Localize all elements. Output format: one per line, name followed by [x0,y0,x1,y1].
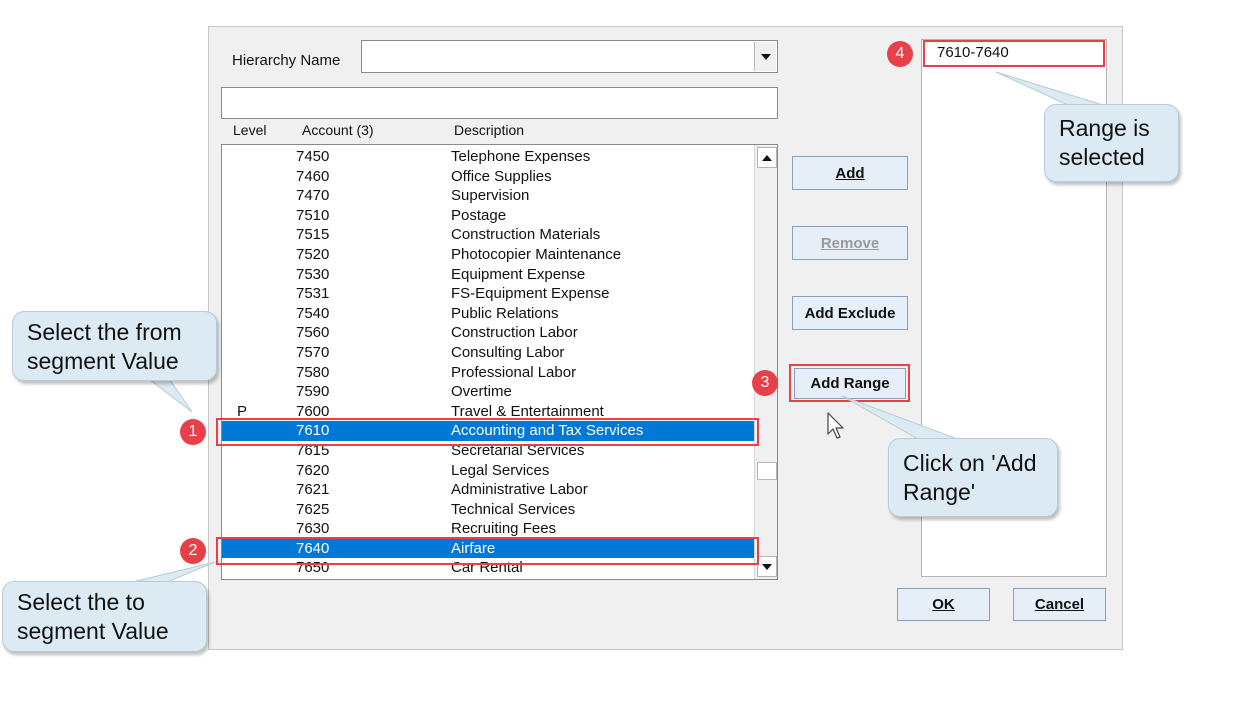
mouse-cursor-icon [827,412,844,439]
callout-select-from: Select the from segment Value [12,311,217,381]
callout-select-to: Select the to segment Value [2,581,207,652]
callout-click-add-range: Click on 'Add Range' [888,438,1058,517]
callout-from-pointer [148,379,193,413]
callout-click-pointer [841,395,961,441]
callout-range-pointer [995,71,1107,107]
callout-range-selected: Range is selected [1044,104,1179,182]
